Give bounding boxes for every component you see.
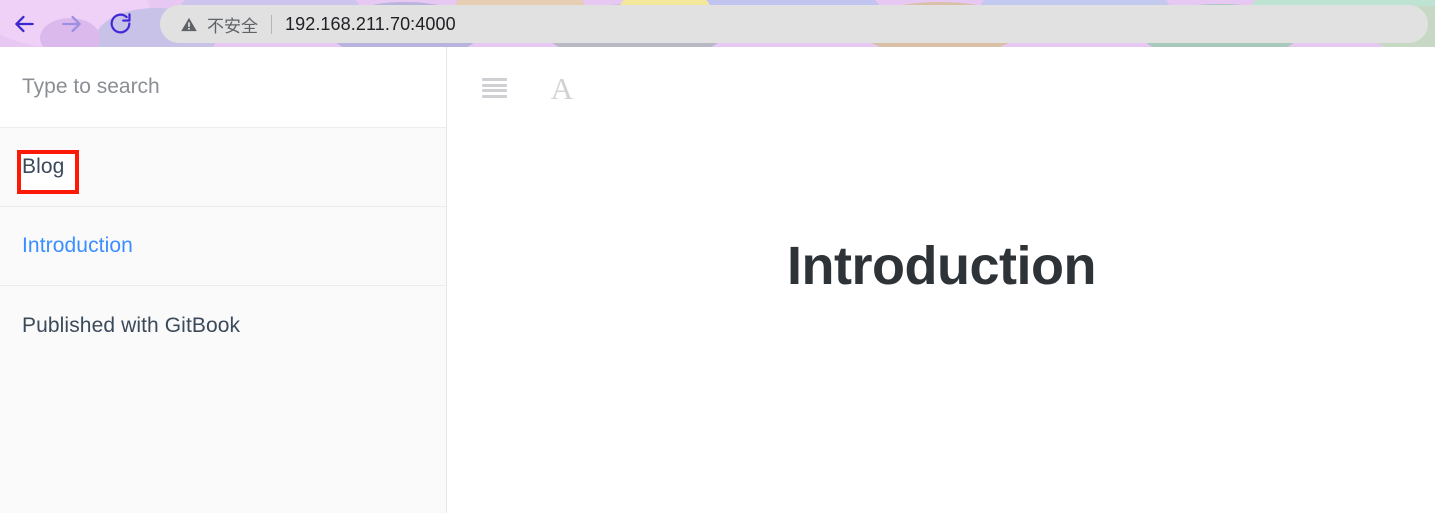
navigation-buttons [0, 0, 144, 47]
sidebar: Blog Introduction Published with GitBook [0, 47, 447, 513]
content-toolbar: A [448, 47, 1435, 129]
back-arrow-icon [11, 11, 37, 37]
address-bar[interactable]: 不安全 192.168.211.70:4000 [160, 5, 1428, 43]
hamburger-menu-icon[interactable] [481, 75, 507, 101]
sidebar-item-label: Introduction [22, 234, 133, 257]
sidebar-item-blog[interactable]: Blog [0, 128, 446, 207]
sidebar-item-introduction[interactable]: Introduction [0, 207, 446, 286]
sidebar-item-label: Blog [22, 155, 65, 178]
sidebar-item-published-with-gitbook[interactable]: Published with GitBook [0, 286, 446, 365]
warning-triangle-icon [180, 15, 198, 33]
forward-arrow-icon [59, 11, 85, 37]
page-title: Introduction [787, 236, 1096, 297]
font-size-icon[interactable]: A [547, 73, 577, 104]
page-viewport: Blog Introduction Published with GitBook… [0, 47, 1435, 513]
search-input[interactable] [20, 74, 446, 100]
reload-button[interactable] [96, 0, 144, 47]
sidebar-item-label: Published with GitBook [22, 313, 241, 337]
security-status-label: 不安全 [207, 16, 258, 37]
omnibox-divider [271, 14, 272, 34]
main-content: A Introduction [448, 47, 1435, 513]
back-button[interactable] [0, 0, 48, 47]
forward-button[interactable] [48, 0, 96, 47]
sidebar-search[interactable] [0, 47, 446, 128]
reload-icon [108, 11, 133, 36]
browser-toolbar: 不安全 192.168.211.70:4000 [0, 0, 1435, 47]
browser-window: 不安全 192.168.211.70:4000 Blog Introductio… [0, 0, 1435, 513]
url-text: 192.168.211.70:4000 [285, 13, 456, 34]
